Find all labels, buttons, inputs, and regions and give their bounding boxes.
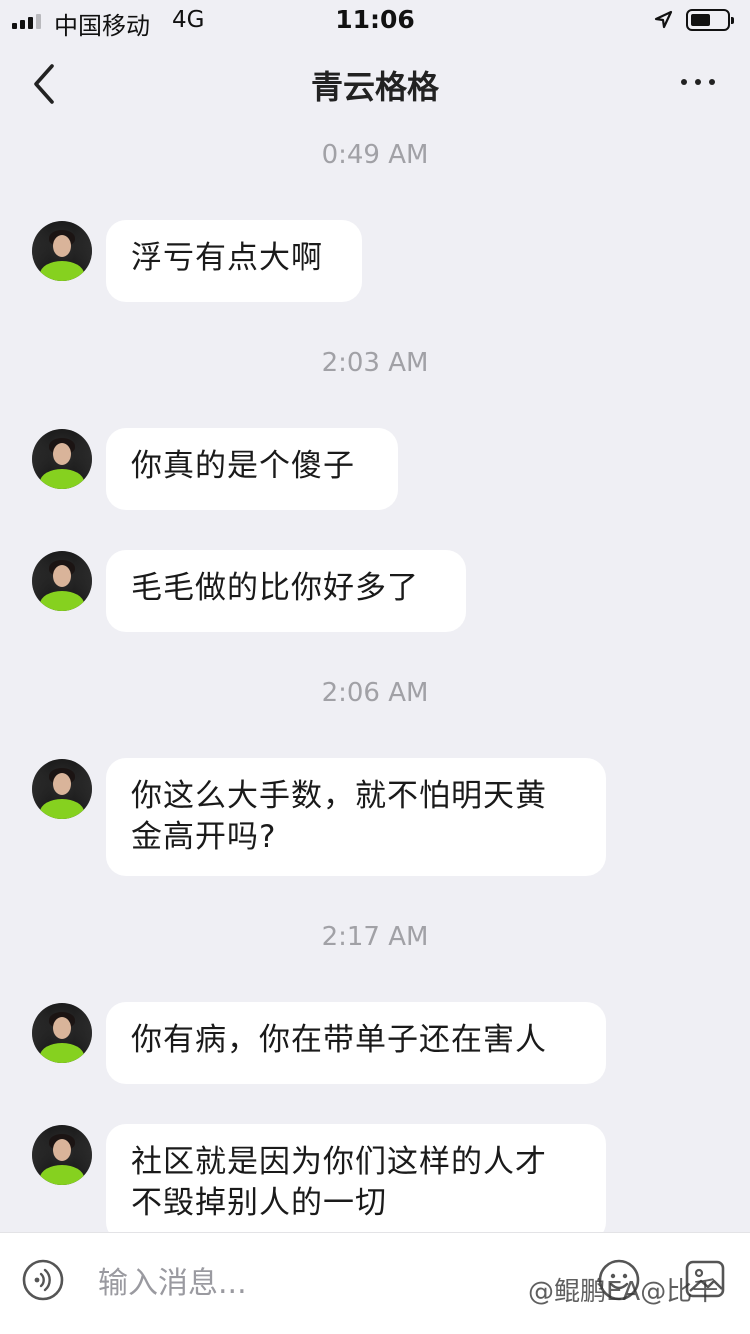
message-bubble[interactable]: 你有病，你在带单子还在害人 <box>106 1002 606 1084</box>
watermark-text: @鲲鹏EA@比千 <box>528 1277 719 1307</box>
message-timestamp: 2:03 AM <box>321 348 429 378</box>
more-horizontal-icon <box>681 79 687 85</box>
message-bubble[interactable]: 社区就是因为你们这样的人才 不毁掉别人的一切 <box>106 1124 606 1232</box>
chat-screen: 中国移动 4G 11:06 青云格格 0:49 AM 浮亏有点大啊 2:03 A… <box>0 0 750 1334</box>
status-bar: 中国移动 4G 11:06 <box>0 0 750 40</box>
message-bubble[interactable]: 你真的是个傻子 <box>106 428 398 510</box>
message-timestamp: 2:06 AM <box>321 678 429 708</box>
message-timestamp: 2:17 AM <box>321 922 429 952</box>
message-input[interactable] <box>98 1261 498 1305</box>
contact-avatar[interactable] <box>32 1003 92 1063</box>
contact-avatar[interactable] <box>32 551 92 611</box>
battery-icon <box>686 9 734 31</box>
message-bubble[interactable]: 浮亏有点大啊 <box>106 220 362 302</box>
navigation-bar: 青云格格 <box>0 40 750 128</box>
contact-avatar[interactable] <box>32 221 92 281</box>
contact-avatar[interactable] <box>32 1125 92 1185</box>
message-timestamp: 0:49 AM <box>321 140 429 170</box>
location-arrow-icon <box>654 10 673 29</box>
battery-level-fill <box>691 14 710 26</box>
message-bubble[interactable]: 你这么大手数，就不怕明天黄 金高开吗? <box>106 758 606 876</box>
voice-icon[interactable] <box>22 1259 64 1301</box>
more-options-button[interactable] <box>670 62 726 102</box>
message-input-bar: @鲲鹏EA@比千 <box>0 1232 750 1334</box>
contact-avatar[interactable] <box>32 759 92 819</box>
contact-avatar[interactable] <box>32 429 92 489</box>
message-bubble[interactable]: 毛毛做的比你好多了 <box>106 550 466 632</box>
message-list[interactable]: 0:49 AM 浮亏有点大啊 2:03 AM 你真的是个傻子 毛毛做的比你好多了… <box>0 128 750 1232</box>
status-time: 11:06 <box>335 5 415 34</box>
conversation-title: 青云格格 <box>310 68 439 106</box>
